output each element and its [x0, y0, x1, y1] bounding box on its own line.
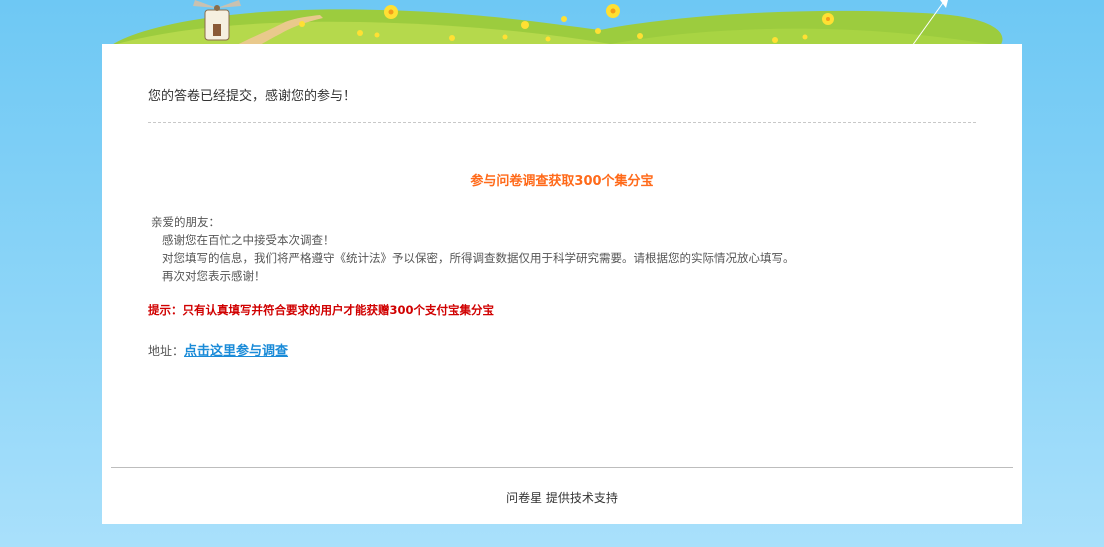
letter-greeting: 亲爱的朋友：	[151, 215, 220, 229]
survey-address: 地址：点击这里参与调查	[148, 340, 288, 359]
promo-letter: 亲爱的朋友： 感谢您在百忙之中接受本次调查！ 对您填写的信息，我们将严格遵守《统…	[151, 213, 795, 285]
footer-divider	[111, 467, 1013, 468]
survey-link[interactable]: 点击这里参与调查	[184, 344, 288, 359]
footer-credit: 问卷星 提供技术支持	[506, 491, 618, 505]
letter-line: 感谢您在百忙之中接受本次调查！	[162, 233, 335, 247]
submission-confirmation: 您的答卷已经提交，感谢您的参与！	[148, 89, 357, 104]
meadow-scene-icon	[110, 0, 1003, 46]
address-label: 地址：	[148, 344, 185, 358]
letter-line: 再次对您表示感谢！	[162, 269, 266, 283]
promo-title: 参与问卷调查获取300个集分宝	[470, 174, 654, 189]
letter-line: 对您填写的信息，我们将严格遵守《统计法》予以保密，所得调查数据仅用于科学研究需要…	[162, 251, 795, 265]
dashed-divider	[148, 122, 976, 123]
result-card: 您的答卷已经提交，感谢您的参与！ 参与问卷调查获取300个集分宝 亲爱的朋友： …	[102, 44, 1022, 524]
promo-tip: 提示：只有认真填写并符合要求的用户才能获赠300个支付宝集分宝	[148, 303, 495, 317]
header-illustration	[0, 0, 1104, 46]
